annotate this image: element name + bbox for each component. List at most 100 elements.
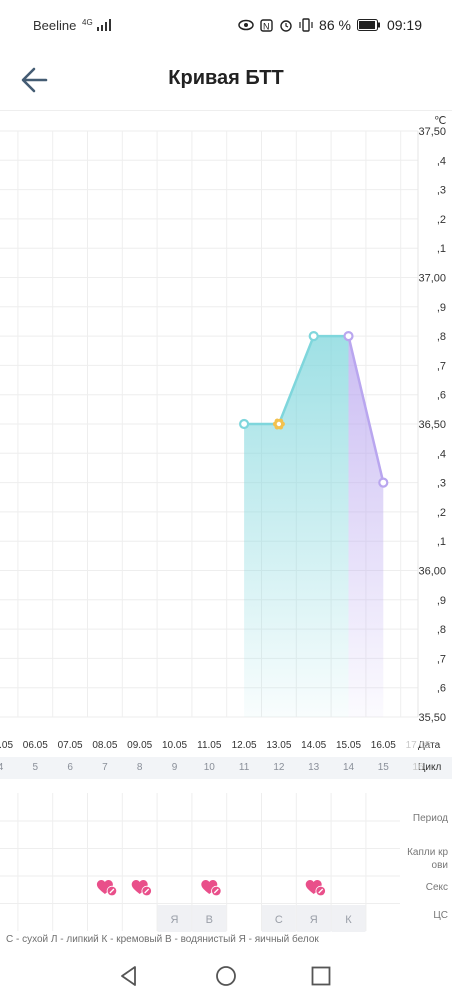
cycle-day-cell: 8 [136,762,143,773]
nav-back-icon[interactable] [117,964,141,988]
date-cycle-table: Дата 05.0506.0507.0508.0509.0510.0511.05… [0,733,452,781]
date-cell: 17.05 [405,740,431,751]
cycle-day-cell: 14 [342,762,355,773]
date-cell: 07.05 [57,740,83,751]
heart-icon[interactable] [96,880,118,897]
alarm-icon [280,20,292,32]
cycle-row: Цикл 4 5 6 7 8 9 10 11 12 13 14 15 16 [0,757,452,779]
y-axis-labels: 37,50 ,4 ,3 ,2 ,1 37,00 ,9 ,8 ,7 ,6 36,50 ,4 ,3 ,2 ,1 3… [418,126,446,724]
y-tick-label: ,7 [437,360,446,372]
eye-icon [238,19,254,31]
cs-value: Я [171,914,179,926]
cycle-day-cell: 5 [32,762,39,773]
carrier-name: Beeline [33,18,77,33]
status-right: N 86 % 09:19 [238,17,422,33]
cs-value: С [275,914,283,926]
unit-label: ℃ [434,115,446,127]
nav-recents-icon[interactable] [309,964,333,988]
cycle-day-cell: 10 [203,762,215,773]
status-left: Beeline 4G [33,18,112,33]
y-tick-label: ,3 [437,478,446,490]
cs-value: В [206,914,213,926]
y-tick-label: ,8 [437,624,446,636]
y-tick-label: ,3 [437,185,446,197]
cs-cell[interactable]: К [331,905,366,932]
clock: 09:19 [386,17,422,33]
status-bar: Beeline 4G N 86 % 09:19 [0,0,452,52]
cycle-day-cell: 6 [67,762,73,773]
cs-value: К [345,914,352,926]
y-tick-label: ,7 [437,653,446,665]
tracking-row-labels: Период Капли кр ови Секс ЦС [407,813,448,921]
nfc-icon: N [260,18,273,32]
track-row-label: Секс [426,882,448,893]
y-tick-label: 37,00 [418,273,446,285]
track-row-label: Период [413,813,448,824]
track-row-label: Капли кр [407,847,448,858]
heart-icon[interactable] [131,880,152,897]
y-tick-label: ,9 [437,595,446,607]
series-area-fill [244,336,349,717]
tracking-grid[interactable]: Я В С Я К Период Капли кр ови Секс ЦС [0,793,452,933]
cs-cell[interactable]: Я [157,905,192,932]
date-cell: 06.05 [22,740,48,751]
date-row: Дата 05.0506.0507.0508.0509.0510.0511.05… [0,733,452,757]
tracking-cells: ЯВСЯК [96,880,366,932]
date-cell: 16.05 [370,740,396,751]
track-row-label: ЦС [433,910,448,921]
cs-cell[interactable]: В [192,905,227,932]
date-cell: 08.05 [92,740,118,751]
cycle-day-cell: 13 [308,762,320,773]
date-cell: 05.05 [0,740,14,751]
data-point[interactable] [308,331,319,342]
network-type: 4G [82,18,93,27]
app-bar: Кривая БТТ [0,52,452,111]
nav-home-icon[interactable] [214,964,238,988]
date-cell: 15.05 [335,740,362,751]
date-cell: 09.05 [127,740,153,751]
y-tick-label: 36,50 [418,419,446,431]
bbt-chart[interactable]: 37,50 ,4 ,3 ,2 ,1 37,00 ,9 ,8 ,7 ,6 36,50 ,4 ,3 ,2 ,1 3… [0,110,452,730]
y-tick-label: ,6 [437,683,446,695]
y-tick-label: 37,50 [418,126,446,138]
y-tick-label: ,8 [437,331,446,343]
date-cell: 10.05 [161,740,188,751]
cs-legend: С - сухой Л - липкий К - кремовый В - во… [6,934,319,945]
cycle-day-cell: 9 [171,762,178,773]
date-cell: 14.05 [301,740,327,751]
date-cell: 11.05 [197,740,222,751]
y-tick-label: ,2 [437,507,446,519]
cycle-day-cell: 7 [102,762,108,773]
y-tick-label: ,4 [437,155,446,167]
data-point[interactable] [343,331,354,342]
cs-value: Я [310,914,318,926]
cycle-day-cell: 12 [273,762,285,773]
date-cell: 13.05 [266,740,292,751]
vibrate-icon [299,18,313,32]
system-nav-bar [0,950,452,1000]
data-point[interactable] [239,418,250,430]
track-row-label: ови [432,860,448,871]
y-tick-label: ,4 [437,448,446,460]
y-tick-label: 36,00 [418,566,446,578]
y-tick-label: ,9 [437,302,446,314]
cycle-day-cell: 15 [377,762,389,773]
data-point[interactable] [378,477,389,488]
y-tick-label: ,1 [437,243,446,255]
cycle-day-cell: 16 [412,762,424,773]
page-title: Кривая БТТ [168,67,284,89]
cycle-day-cell: 11 [238,762,250,773]
y-tick-label: ,6 [437,390,446,402]
battery-icon [356,19,380,31]
heart-icon[interactable] [201,880,222,897]
date-cell: 12.05 [231,740,257,751]
cs-cell[interactable]: Я [296,905,331,932]
y-tick-label: ,2 [437,214,446,226]
signal-icon [97,19,112,31]
cs-cell[interactable]: С [261,905,296,932]
svg-text:N: N [263,21,270,31]
cycle-day-cell: 4 [0,762,4,773]
y-tick-label: 35,50 [418,712,446,724]
heart-icon[interactable] [305,880,326,897]
battery-text: 86 % [319,17,351,33]
